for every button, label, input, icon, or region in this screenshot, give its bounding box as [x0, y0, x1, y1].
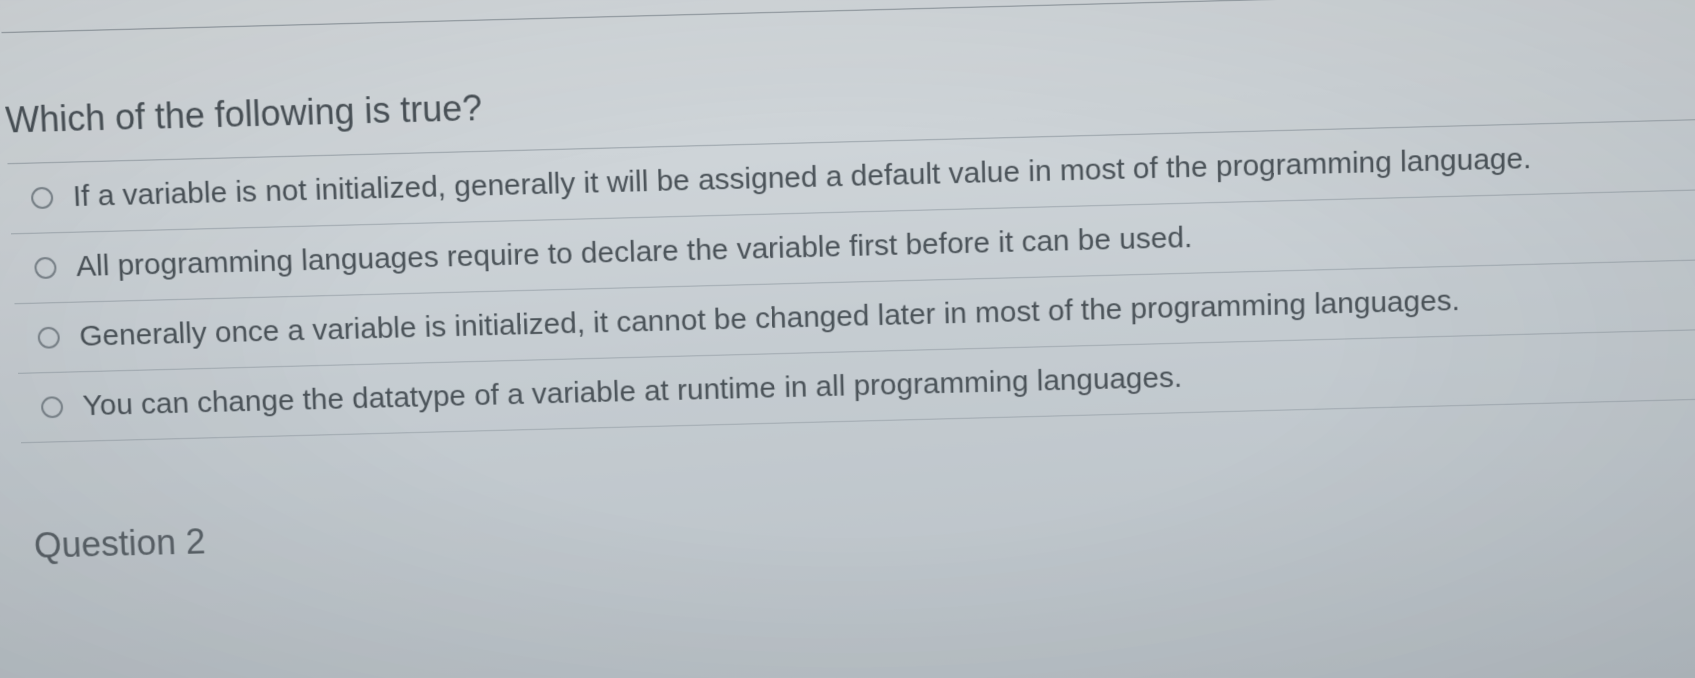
radio-icon[interactable] [31, 187, 54, 209]
question-block: Which of the following is true? If a var… [3, 34, 1695, 443]
top-divider [1, 0, 1695, 33]
radio-icon[interactable] [41, 396, 64, 418]
radio-icon[interactable] [34, 257, 57, 279]
next-question-heading: Question 2 [25, 483, 1695, 567]
radio-icon[interactable] [37, 327, 60, 349]
quiz-page: Which of the following is true? If a var… [1, 0, 1695, 567]
options-list: If a variable is not initialized, genera… [8, 120, 1695, 443]
